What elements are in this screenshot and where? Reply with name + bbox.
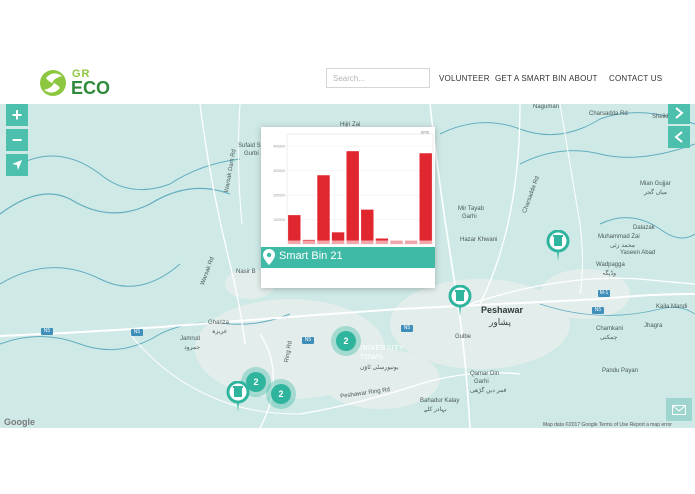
- chart-bar: [288, 215, 301, 241]
- chevron-left-icon: [674, 131, 683, 143]
- bin-cluster-marker[interactable]: 2: [336, 331, 356, 351]
- nav-get-a-smart-bin[interactable]: GET A SMART BIN: [495, 74, 566, 83]
- chart-y-tick-label: 100000: [273, 218, 285, 222]
- map-label-university-town-ur: یونیورسٹی ٹاؤن: [360, 365, 399, 371]
- prev-slide-button[interactable]: [668, 126, 690, 148]
- navigation-arrow-icon: [12, 160, 22, 170]
- map-label-sufaid-sang: Sufaid S: [238, 143, 261, 149]
- map-label-bahadur-kalay: Bahadur Kalay: [420, 398, 460, 404]
- nav-contact-us[interactable]: CONTACT US: [609, 74, 662, 83]
- map-label-bahadur-kalay-ur: بہادر کلے: [424, 407, 447, 413]
- map-label-naguman: Naguman: [533, 104, 560, 110]
- google-logo: Google: [4, 417, 35, 427]
- map-label-hazar-khwani: Hazar Khwani: [460, 237, 498, 243]
- map-label-jhagra: Jhagra: [644, 323, 663, 329]
- map-label-gharizai: Ghariza: [208, 320, 230, 326]
- map-label-mian-gujjar: Mian Gujjar: [640, 181, 671, 187]
- bin-cluster-marker[interactable]: 2: [271, 384, 291, 404]
- chart-bar: [331, 232, 345, 241]
- map-label-chamkani-ur: چمکنی: [600, 335, 618, 341]
- trash-bin-icon: [456, 292, 464, 301]
- highway-shield-n5: N5: [131, 329, 143, 336]
- map-label-peshawar: Peshawar: [481, 305, 524, 315]
- highway-shield-m1: M-1: [598, 290, 610, 297]
- map-attribution[interactable]: Map data ©2017 Google Terms of Use Repor…: [543, 422, 672, 428]
- map-label-dalazak: Dalazak: [633, 225, 655, 231]
- chart-grid: [286, 133, 434, 245]
- zoom-out-button[interactable]: −: [6, 129, 28, 151]
- chart-baseline-bar: [288, 240, 301, 244]
- chart-baseline-bar: [331, 240, 345, 244]
- chart-plot-area: [286, 133, 434, 245]
- map-label-kaila-mandi: Kaila Mandi: [656, 304, 688, 310]
- highway-shield-n5: N5: [41, 328, 53, 335]
- map-label-wadpagga-ur: وڈپگہ: [602, 271, 617, 277]
- trash-bin-icon: [554, 237, 562, 246]
- map-label-university: UNIVERSITY: [357, 345, 405, 352]
- locate-button[interactable]: [6, 154, 28, 176]
- chart-bar: [346, 151, 359, 241]
- map-label-muhammad-zai-ur: محمد زئی: [610, 243, 635, 249]
- chart-bar: [302, 239, 316, 241]
- map-pin-icon: [263, 249, 275, 265]
- contact-mail-button[interactable]: [666, 398, 692, 421]
- chart-baseline-bar: [390, 240, 403, 244]
- map-label-gurbi: Gurbi: [244, 151, 259, 157]
- nav-volunteer[interactable]: VOLUNTEER: [439, 74, 490, 83]
- map-label-peshawar-ur: پشاور: [489, 317, 511, 327]
- map-label-muhammad-zai: Muhammad Zai: [598, 234, 640, 240]
- map-label-nasir-bagh: Nasir B: [236, 269, 256, 275]
- map-label-wadpagga: Wadpagga: [596, 262, 625, 268]
- map-label-mir-tayab-garhi: Garhi: [462, 214, 477, 220]
- nav-about[interactable]: ABOUT: [569, 74, 598, 83]
- highway-shield-n5: N5: [592, 307, 604, 314]
- chart-y-tick-label: 400000: [273, 145, 285, 149]
- zoom-in-button[interactable]: +: [6, 104, 28, 126]
- smart-bin-marker[interactable]: [546, 230, 570, 262]
- map-label-jamrud-ur: جمرود: [184, 345, 201, 351]
- chart-bar: [317, 175, 330, 241]
- map-label-town: TOWN: [360, 354, 384, 361]
- chart-baseline-bar: [404, 240, 418, 244]
- map-label-gulberg: Gulbe: [455, 334, 472, 340]
- highway-shield-n5: N5: [401, 325, 413, 332]
- chart-y-ticks: 400000 300000 200000 100000: [273, 145, 285, 222]
- chart-y-tick-label: 300000: [273, 169, 285, 173]
- map-label-qamar-din-garhi: Garhi: [474, 379, 489, 385]
- map-label-mir-tayab: Mir Tayab: [458, 206, 484, 212]
- highway-shield-n5: N5: [302, 337, 314, 344]
- trash-bin-icon: [234, 388, 242, 397]
- chart-bar: [375, 238, 389, 241]
- smart-bin-marker[interactable]: [226, 381, 250, 413]
- map-label-chamkani: Chamkani: [596, 326, 624, 332]
- chart-baseline-bar: [302, 240, 316, 244]
- smart-bin-marker[interactable]: [448, 285, 472, 317]
- map-label-jamrud: Jamrud: [180, 336, 201, 342]
- chart-bar: [361, 209, 374, 241]
- chart-y-tick-label: 200000: [273, 194, 285, 198]
- map-label-mian-gujjar-ur: میاں گجر: [644, 190, 667, 196]
- chart-baseline-bar: [419, 240, 432, 244]
- map-label-yaseen-abad: Yaseen Abad: [620, 250, 656, 256]
- bin-fill-chart: 400000 300000 200000 100000: [273, 133, 434, 245]
- logo-text-bottom: ECO: [71, 78, 111, 98]
- search-input[interactable]: [326, 68, 430, 88]
- map-label-qamar-din: Qamar Din: [470, 371, 500, 377]
- next-slide-button[interactable]: [668, 104, 690, 124]
- map-label-gharizai-ur: غریزہ: [212, 329, 227, 335]
- chart-baseline-bar: [346, 240, 359, 244]
- mail-icon: [672, 404, 686, 415]
- map-label-charsadda-rd: Charsadda Rd: [589, 111, 628, 117]
- chart-baseline-bar: [375, 240, 389, 244]
- popup-title: Smart Bin 21: [279, 250, 343, 262]
- chart-bar: [419, 153, 432, 241]
- map-label-pandu-payan: Pandu Payan: [602, 368, 639, 374]
- chart-baseline-bar: [317, 240, 330, 244]
- map-label-qamar-din-garhi-ur: قمر دین گڑھی: [470, 388, 507, 394]
- chevron-right-icon: [675, 107, 684, 119]
- chart-baseline-bar: [361, 240, 374, 244]
